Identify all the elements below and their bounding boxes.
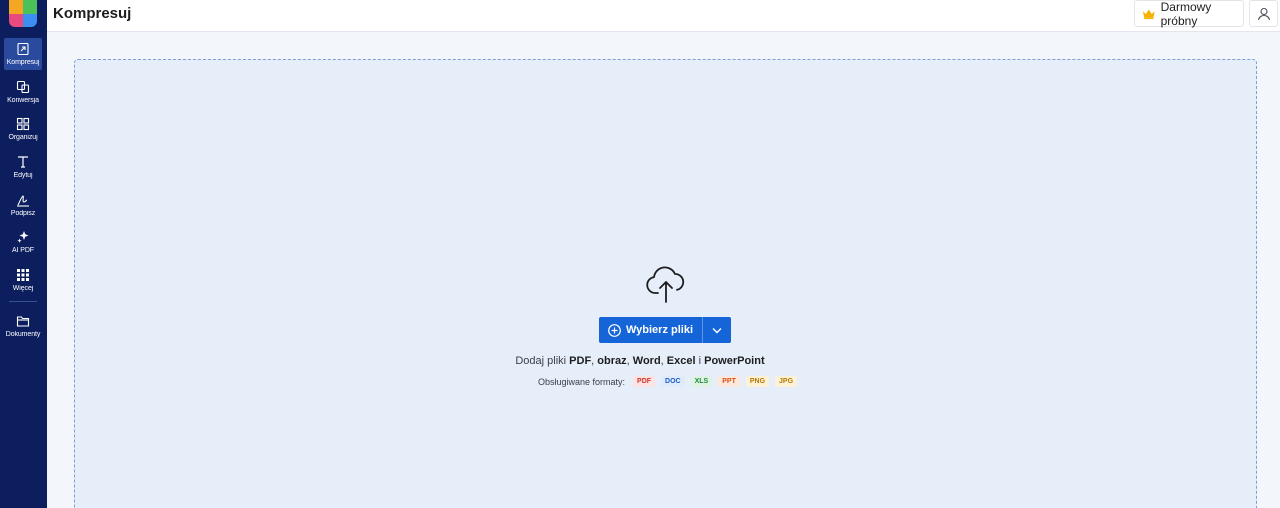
upload-source-dropdown[interactable] — [702, 317, 731, 343]
format-badge-ppt: PPT — [718, 376, 740, 387]
sidebar-divider — [9, 301, 37, 302]
free-trial-button[interactable]: Darmowy próbny — [1134, 0, 1244, 28]
sidebar-item-organizuj[interactable]: Organizuj — [4, 113, 42, 145]
sidebar: Kompresuj Konwersja Organizuj Edytuj Pod… — [0, 0, 47, 508]
plus-circle-icon — [608, 323, 621, 337]
choose-files-button[interactable]: Wybierz pliki — [599, 317, 702, 343]
top-header: Kompresuj Darmowy próbny — [47, 0, 1280, 32]
choose-files-group: Wybierz pliki — [599, 317, 731, 343]
sidebar-item-wiecej[interactable]: Więcej — [4, 264, 42, 296]
folder-icon — [16, 316, 30, 327]
sidebar-item-podpisz[interactable]: Podpisz — [4, 189, 42, 221]
cloud-upload-icon — [646, 266, 685, 303]
sidebar-item-dokumenty[interactable]: Dokumenty — [4, 310, 42, 342]
user-icon — [1257, 7, 1270, 20]
user-account-button[interactable] — [1249, 0, 1278, 27]
edit-text-icon — [18, 156, 28, 168]
sidebar-item-konwersja[interactable]: Konwersja — [4, 76, 42, 108]
sidebar-item-label: Dokumenty — [5, 331, 41, 338]
sidebar-item-label: AI PDF — [12, 247, 34, 254]
free-trial-label: Darmowy próbny — [1160, 0, 1212, 28]
convert-icon — [16, 80, 30, 94]
format-badge-png: PNG — [745, 376, 770, 387]
sidebar-item-label: Podpisz — [10, 210, 36, 217]
sidebar-item-label: Organizuj — [8, 134, 38, 141]
choose-files-label: Wybierz pliki — [625, 324, 694, 336]
sidebar-item-label: Konwersja — [7, 97, 39, 104]
sidebar-item-label: Edytuj — [13, 172, 33, 179]
upload-hint: Dodaj pliki PDF, obraz, Word, Excel i Po… — [515, 355, 765, 367]
sidebar-item-ai-pdf[interactable]: AI PDF — [4, 226, 42, 258]
sidebar-item-kompresuj[interactable]: Kompresuj — [4, 38, 42, 70]
sidebar-item-label: Więcej — [12, 285, 34, 292]
ai-sparkle-icon — [17, 231, 29, 243]
format-badge-jpg: JPG — [775, 376, 798, 387]
sign-icon — [17, 195, 29, 207]
compress-icon — [17, 42, 29, 56]
sidebar-item-label: Kompresuj — [6, 59, 40, 66]
chevron-down-icon — [712, 327, 722, 333]
format-badge-pdf: PDF — [633, 376, 656, 387]
format-badge-doc: DOC — [661, 376, 685, 387]
grid-more-icon — [17, 269, 29, 281]
format-badge-xls: XLS — [690, 376, 713, 387]
page-title: Kompresuj — [53, 5, 132, 22]
app-logo[interactable] — [9, 0, 37, 27]
formats-label: Obsługiwane formaty: — [538, 376, 626, 387]
supported-formats: Obsługiwane formaty: PDF DOC XLS PPT PNG… — [538, 376, 798, 387]
crown-icon — [1142, 8, 1155, 19]
sidebar-item-edytuj[interactable]: Edytuj — [4, 151, 42, 183]
organize-icon — [16, 117, 30, 131]
